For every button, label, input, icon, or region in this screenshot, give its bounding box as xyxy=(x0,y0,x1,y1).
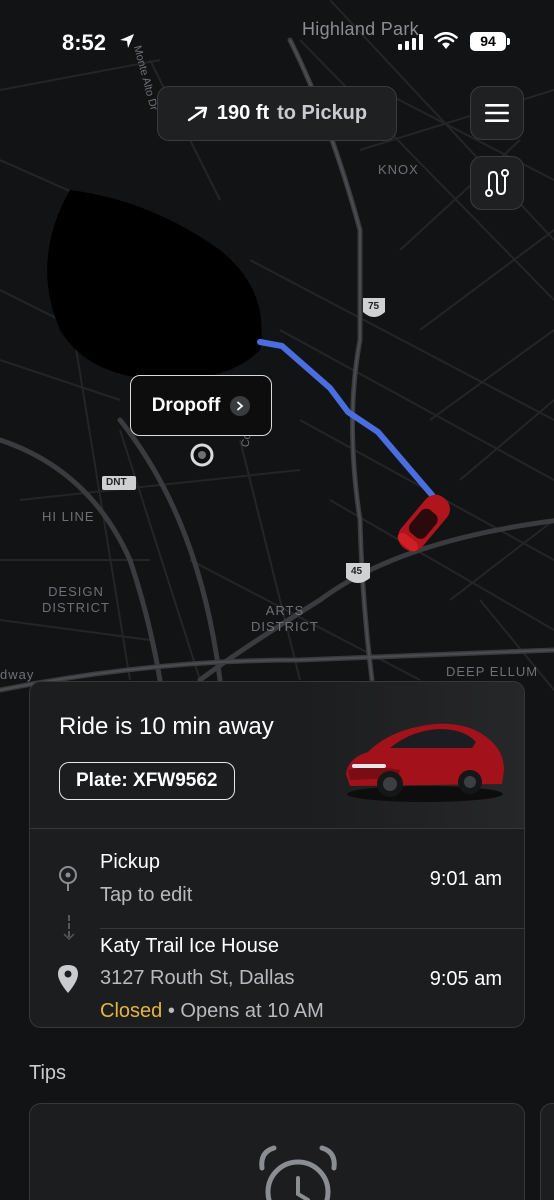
license-plate-badge: Plate: XFW9562 xyxy=(59,762,235,800)
dropoff-opening-hours: • Opens at 10 AM xyxy=(167,1000,324,1022)
status-bar: 8:52 Highland Park 94 xyxy=(0,0,554,80)
pickup-time: 9:01 am xyxy=(429,868,502,890)
tip-card[interactable] xyxy=(29,1103,525,1200)
hamburger-menu-icon xyxy=(485,104,509,122)
tips-heading: Tips xyxy=(29,1062,67,1084)
pickup-label: Pickup xyxy=(100,851,161,873)
vehicle-image xyxy=(346,723,504,802)
menu-button[interactable] xyxy=(470,86,524,140)
ride-status-card: Ride is 10 min away Plate: XFW9562 Picku… xyxy=(29,681,525,1028)
map-label-dnt: DNT xyxy=(106,477,127,488)
dropoff-callout-label: Dropoff xyxy=(151,394,221,416)
navigation-instruction[interactable]: 190 ft to Pickup xyxy=(157,86,397,141)
dropoff-hours: Closed • Opens at 10 AM xyxy=(100,1000,324,1023)
pickup-stop[interactable]: Pickup Tap to edit 9:01 am xyxy=(30,829,524,929)
location-arrow-icon xyxy=(120,34,134,48)
nav-distance: 190 ft xyxy=(216,102,270,124)
route-icon xyxy=(485,169,509,197)
map-label-knox: KNOX xyxy=(378,162,419,177)
map-label-hwy45: 45 xyxy=(351,566,363,577)
dropoff-place-name: Katy Trail Ice House xyxy=(100,935,279,957)
dropoff-time: 9:05 am xyxy=(429,968,502,990)
ride-summary: Ride is 10 min away Plate: XFW9562 xyxy=(30,682,524,829)
dropoff-stop[interactable]: Katy Trail Ice House 3127 Routh St, Dall… xyxy=(30,929,524,1027)
tip-card-next[interactable] xyxy=(540,1103,554,1200)
dropoff-address: 3127 Routh St, Dallas xyxy=(100,967,295,989)
pickup-edit-hint: Tap to edit xyxy=(100,884,193,906)
pickup-pin-icon xyxy=(59,866,77,891)
map-label-hwy75: 75 xyxy=(368,301,380,312)
wifi-icon xyxy=(434,32,458,49)
map-label-hi-line: HI LINE xyxy=(42,509,95,524)
dropoff-pin-icon xyxy=(58,965,78,993)
route-overview-button[interactable] xyxy=(470,156,524,210)
nav-destination: to Pickup xyxy=(277,102,368,124)
alarm-clock-icon xyxy=(259,1145,337,1200)
dropoff-status: Closed xyxy=(100,1000,163,1022)
dropoff-callout[interactable]: Dropoff xyxy=(130,375,272,436)
arrow-up-right-icon xyxy=(187,106,208,121)
status-time: 8:52 xyxy=(62,30,107,55)
map-label-way: dway xyxy=(0,667,35,682)
chevron-right-icon xyxy=(230,395,251,416)
ride-eta-title: Ride is 10 min away xyxy=(59,713,274,740)
map-label-design-district: DESIGN DISTRICT xyxy=(42,584,110,615)
map-label-arts-district: ARTS DISTRICT xyxy=(251,603,319,634)
cellular-signal-icon xyxy=(398,34,423,50)
map-label-deep-ellum: DEEP ELLUM xyxy=(446,664,539,679)
battery-indicator: 94 xyxy=(470,32,510,51)
